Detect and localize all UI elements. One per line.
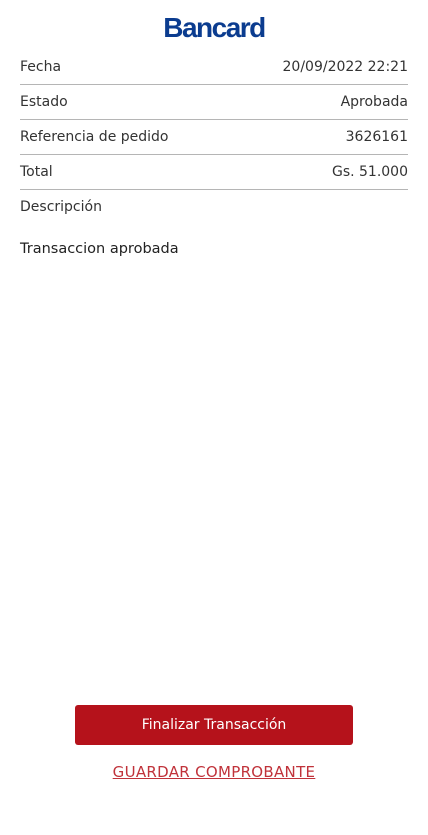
bancard-logo: Bancard (163, 12, 266, 43)
detail-row-total: Total Gs. 51.000 (20, 155, 408, 190)
detail-row-fecha: Fecha 20/09/2022 22:21 (20, 50, 408, 85)
total-value: Gs. 51.000 (331, 164, 408, 180)
save-receipt-link[interactable]: GUARDAR COMPROBANTE (0, 763, 428, 781)
referencia-label: Referencia de pedido (20, 129, 169, 145)
detail-row-descripcion: Descripción (20, 190, 408, 224)
total-label: Total (20, 164, 53, 180)
fecha-label: Fecha (20, 59, 62, 75)
estado-label: Estado (20, 94, 68, 110)
referencia-value: 3626161 (345, 129, 408, 145)
descripcion-label: Descripción (20, 199, 102, 215)
estado-value: Aprobada (340, 94, 408, 110)
transaction-details: Fecha 20/09/2022 22:21 Estado Aprobada R… (20, 50, 408, 224)
detail-row-estado: Estado Aprobada (20, 85, 408, 120)
finalize-transaction-button[interactable]: Finalizar Transacción (75, 705, 353, 745)
fecha-value: 20/09/2022 22:21 (282, 59, 409, 75)
transaction-message: Transaccion aprobada (20, 241, 179, 257)
detail-row-referencia: Referencia de pedido 3626161 (20, 120, 408, 155)
